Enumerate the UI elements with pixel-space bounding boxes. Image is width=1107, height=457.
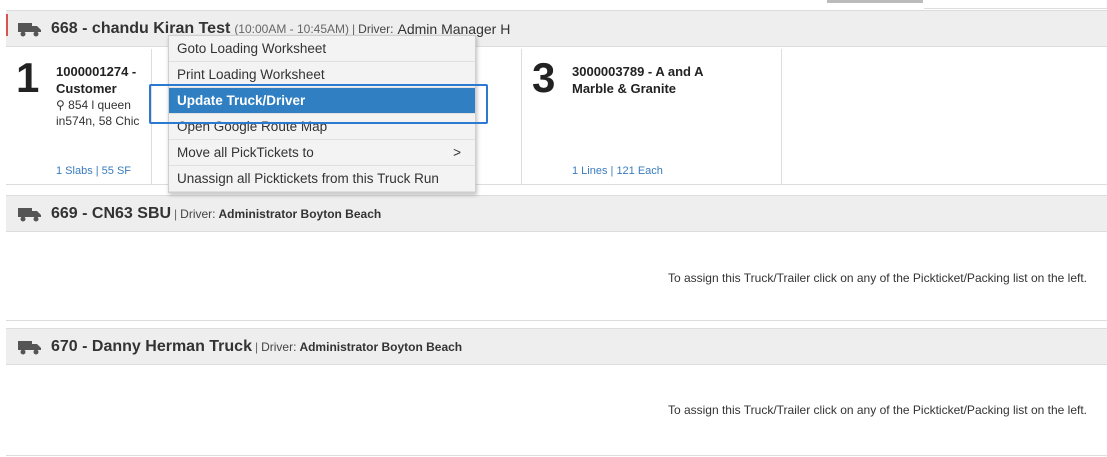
driver-name: Administrator Boyton Beach: [299, 339, 463, 354]
truck-670-body[interactable]: To assign this Truck/Trailer click on an…: [6, 365, 1107, 456]
menu-item-unassign-all-picktickets[interactable]: Unassign all Picktickets from this Truck…: [169, 166, 475, 192]
stop-number: 1: [16, 54, 40, 101]
address-line-1: 854 l queen: [68, 98, 131, 112]
driver-name: Administrator Boyton Beach: [218, 206, 382, 221]
stop-card-1[interactable]: 1 1000001274 - Customer ⚲ 854 l queen in…: [6, 49, 152, 184]
menu-item-goto-loading-worksheet[interactable]: Goto Loading Worksheet: [169, 36, 475, 62]
stop-details: 3000003789 - A and A Marble & Granite: [572, 63, 704, 97]
stop-card-3[interactable]: 3 3000003789 - A and A Marble & Granite …: [522, 49, 782, 184]
assign-message: To assign this Truck/Trailer click on an…: [667, 271, 1087, 285]
truck-header-670[interactable]: 670 - Danny Herman Truck | Driver: Admin…: [6, 328, 1107, 365]
stop-customer: Customer: [56, 81, 117, 96]
truck-icon: [18, 207, 41, 221]
driver-label: Driver:: [261, 339, 297, 354]
truck-icon: [18, 22, 41, 36]
assign-message: To assign this Truck/Trailer click on an…: [667, 403, 1087, 417]
highlight-box: [149, 84, 488, 124]
separator: |: [254, 339, 259, 354]
divider: [924, 8, 1107, 9]
driver-label: Driver:: [180, 206, 216, 221]
truck-title: 669 - CN63 SBU: [51, 204, 172, 222]
menu-item-move-all-picktickets[interactable]: Move all PickTickets to >: [169, 140, 475, 166]
tab-indicator: [827, 0, 923, 3]
submenu-arrow-icon: >: [453, 145, 461, 160]
stop-number: 3: [532, 54, 556, 101]
stop-id: 1000001274 -: [56, 64, 137, 79]
driver-label: Driver:: [358, 21, 394, 36]
time-window: (10:00AM - 10:45AM): [234, 21, 350, 36]
truck-icon: [18, 340, 41, 354]
truck-669-body[interactable]: To assign this Truck/Trailer click on an…: [6, 232, 1107, 321]
stop-customer: Marble & Granite: [572, 81, 677, 96]
stop-meta[interactable]: 1 Lines | 121 Each: [572, 165, 663, 177]
stop-address: ⚲ 854 l queen: [56, 97, 139, 113]
stop-details: 1000001274 - Customer ⚲ 854 l queen in57…: [56, 63, 139, 129]
top-bar: [0, 0, 1107, 10]
separator: |: [174, 206, 178, 221]
separator: |: [352, 21, 356, 36]
selection-marker: [6, 14, 8, 36]
stop-id: 3000003789 - A and A: [572, 64, 704, 79]
truck-header-669[interactable]: 669 - CN63 SBU | Driver: Administrator B…: [6, 195, 1107, 232]
address-line-2: in574n, 58 Chic: [56, 114, 140, 128]
stop-meta[interactable]: 1 Slabs | 55 SF: [56, 165, 131, 177]
menu-item-label: Move all PickTickets to: [177, 145, 314, 160]
location-pin-icon: ⚲: [56, 98, 65, 112]
truck-title: 670 - Danny Herman Truck: [51, 337, 252, 355]
